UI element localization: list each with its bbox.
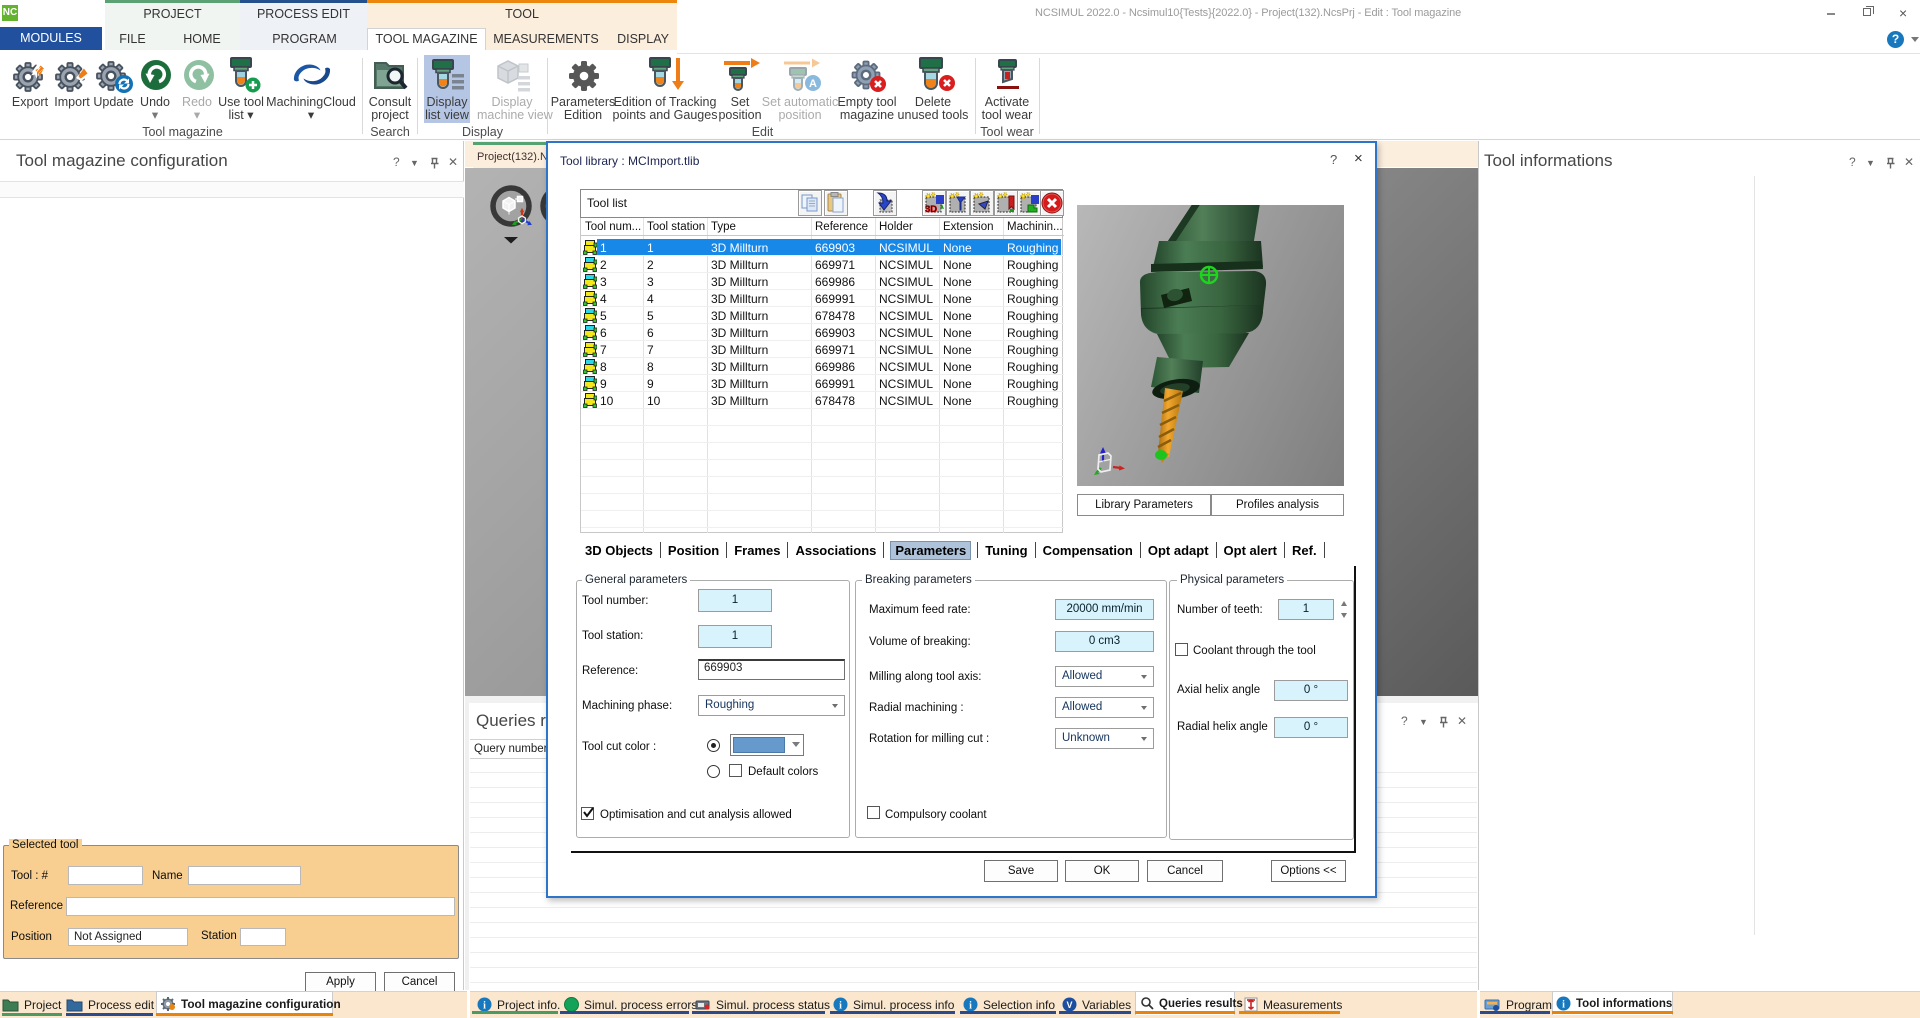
svg-text:V: V [1066, 1000, 1072, 1010]
svg-text:3D: 3D [925, 204, 937, 215]
svg-text:i: i [969, 1001, 972, 1012]
svg-text:i: i [483, 1001, 486, 1012]
svg-text:i: i [1562, 1000, 1565, 1011]
svg-text:A: A [809, 78, 817, 90]
svg-text:i: i [839, 1001, 842, 1012]
